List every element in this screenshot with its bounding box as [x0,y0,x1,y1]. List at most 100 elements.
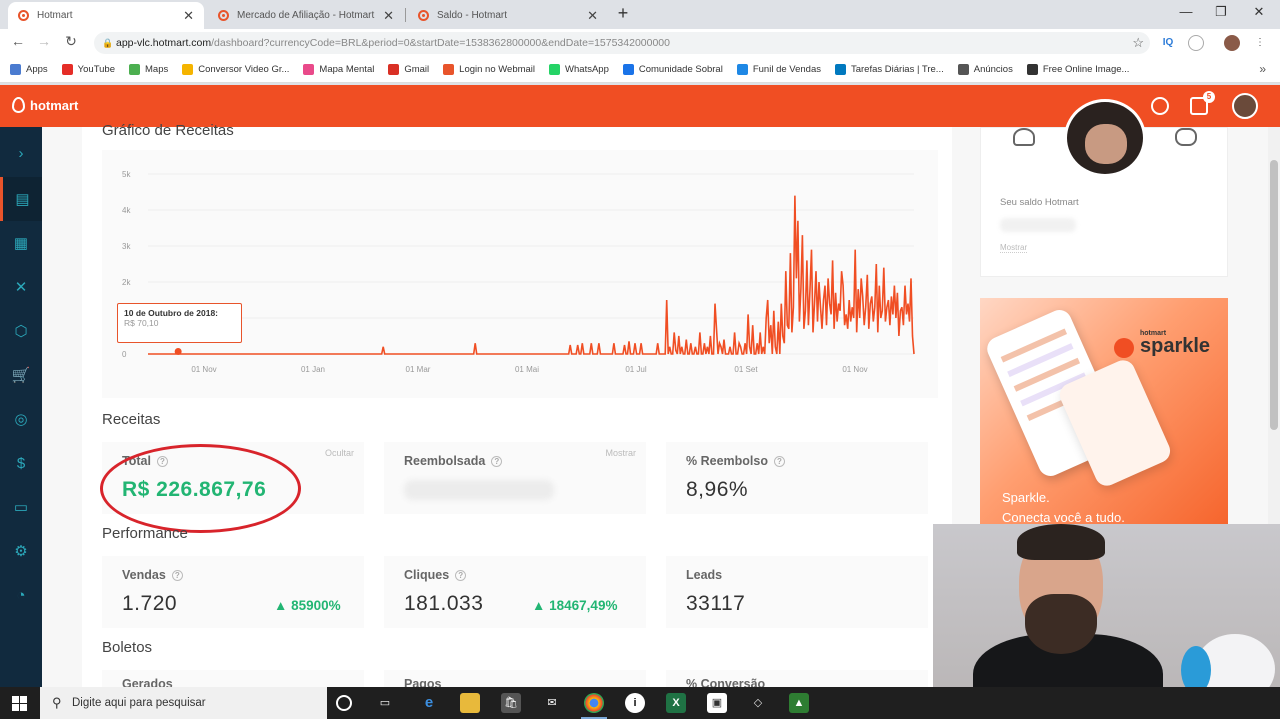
dollar-icon[interactable]: $ [0,441,42,485]
address-bar[interactable]: 🔒 app-vlc.hotmart.com/dashboard?currency… [94,32,1150,54]
receitas-title: Receitas [102,411,161,428]
hotmart-logo[interactable]: hotmart [12,97,78,113]
chrome-icon[interactable] [584,693,604,713]
store-icon[interactable]: 🛍 [501,693,521,713]
extension-circle-icon[interactable] [1188,35,1204,51]
bookmark-item[interactable]: Mapa Mental [303,64,374,75]
mail-icon[interactable]: ✉ [542,693,562,713]
file-explorer-icon[interactable] [460,693,480,713]
scrollbar-thumb[interactable] [1270,160,1278,430]
forward-arrow-icon[interactable]: → [34,33,54,49]
vendas-value: 1.720 [122,592,178,615]
bookmark-item[interactable]: Tarefas Diárias | Tre... [834,64,944,75]
tab-title: Mercado de Afiliação - Hotmart [237,10,375,21]
url-host: app-vlc.hotmart.com [116,37,212,49]
excel-icon[interactable]: X [666,693,686,713]
support-icon[interactable] [1151,97,1169,115]
gear-icon[interactable]: ⚙ [0,529,42,573]
box-icon[interactable]: ⬡ [0,309,42,353]
taskbar-search[interactable]: ⚲ Digite aqui para pesquisar [40,687,327,719]
windows-start-icon[interactable] [12,696,27,711]
close-tab-icon[interactable]: ✕ [587,8,598,24]
bookmark-item[interactable]: Funil de Vendas [736,64,821,75]
browser-tab-bar: Hotmart ✕ Mercado de Afiliação - Hotmart… [0,0,1280,29]
user-avatar[interactable] [1232,93,1258,119]
vendas-label-text: Vendas [122,568,166,582]
maximize-button[interactable]: ❐ [1206,4,1236,20]
close-tab-icon[interactable]: ✕ [183,8,194,24]
conversao-label: % Conversão [686,677,766,687]
profile-photo[interactable] [1064,99,1146,177]
chat-icon[interactable]: ◎ [0,397,42,441]
bookmark-item[interactable]: YouTube [61,64,115,75]
x-tick-label: 01 Jan [301,365,325,374]
close-window-button[interactable]: ✕ [1244,4,1274,20]
total-label-text: Total [122,454,151,468]
user-settings-icon[interactable] [1013,128,1035,146]
bookmark-item[interactable]: Comunidade Sobral [622,64,723,75]
help-icon[interactable]: ? [455,570,467,582]
cliques-value: 181.033 [404,592,484,615]
help-icon[interactable]: ? [491,456,503,468]
ocultar-button[interactable]: Ocultar [325,448,354,458]
x-tick-label: 01 Nov [842,365,867,374]
bookmark-label: YouTube [77,64,115,75]
bookmark-item[interactable]: WhatsApp [549,64,609,75]
reembolso-value: 8,96% [686,478,749,501]
bookmark-item[interactable]: Conversor Video Gr... [182,64,289,75]
recorder-app-icon[interactable]: ▲ [789,693,809,713]
tab-mercado-afiliacao[interactable]: Mercado de Afiliação - Hotmart ✕ [208,2,404,29]
boletos-gerados-card: Gerados [102,670,364,687]
task-view-icon[interactable]: ▭ [375,693,395,713]
more-bookmarks-icon[interactable]: » [1259,62,1266,76]
bookmark-label: Maps [145,64,169,75]
bookmark-favicon-icon [549,64,561,75]
back-arrow-icon[interactable]: ← [8,33,28,49]
notification-badge: 5 [1203,91,1215,103]
bookmark-item[interactable]: Login no Webmail [443,64,535,75]
mostrar-button[interactable]: Mostrar [605,448,636,458]
help-icon[interactable]: ? [156,456,168,468]
cortana-icon[interactable] [336,695,352,711]
edge-icon[interactable]: e [419,693,439,713]
photos-icon[interactable]: ▣ [707,693,727,713]
grid-icon[interactable]: ▦ [0,221,42,265]
bookmark-star-icon[interactable]: ☆ [1132,32,1144,54]
sparkle-banner[interactable]: hotmart sparkle Sparkle. Conecta você a … [980,298,1228,524]
tab-hotmart[interactable]: Hotmart ✕ [8,2,204,29]
bookmark-label: Funil de Vendas [752,64,821,75]
reload-icon[interactable]: ↻ [61,33,81,50]
cliques-label-text: Cliques [404,568,450,582]
document-icon[interactable]: ▭ [0,485,42,529]
profile-avatar-icon[interactable] [1224,35,1240,51]
dashboard-icon[interactable]: ▤ [0,177,42,221]
bookmark-item[interactable]: Free Online Image... [1026,64,1129,75]
bookmark-item[interactable]: Apps [10,64,48,75]
new-tab-button[interactable]: + [612,3,634,24]
chrome-menu-icon[interactable]: ⋮ [1252,35,1268,51]
app-diamond-icon[interactable]: ◇ [748,693,768,713]
close-tab-icon[interactable]: ✕ [383,8,394,24]
messages-icon[interactable] [1175,128,1197,146]
bookmark-item[interactable]: Maps [129,64,168,75]
analytics-icon[interactable]: ◔ [0,573,42,617]
cart-icon[interactable]: 🛒 [0,353,42,397]
pagos-label: Pagos [404,677,442,687]
saldo-mostrar-link[interactable]: Mostrar [1000,243,1028,253]
minimize-button[interactable]: — [1171,4,1201,19]
help-icon[interactable]: ? [171,570,183,582]
reembolso-label-text: % Reembolso [686,454,768,468]
tab-saldo[interactable]: Saldo - Hotmart ✕ [408,2,608,29]
chart-tooltip: 10 de Outubro de 2018: R$ 70,10 [117,303,242,343]
chevron-right-icon[interactable]: › [0,131,42,175]
hovered-data-point[interactable] [174,347,182,355]
bookmark-item[interactable]: Gmail [388,64,429,75]
bookmark-item[interactable]: Anúncios [957,64,1013,75]
network-icon[interactable]: ✕ [0,265,42,309]
bookmark-favicon-icon [834,64,846,75]
hidden-value-blur [404,480,554,500]
info-app-icon[interactable]: i [625,693,645,713]
cliques-delta-text: 18467,49% [549,598,618,613]
extension-iq-icon[interactable]: IQ [1160,35,1176,51]
help-icon[interactable]: ? [773,456,785,468]
